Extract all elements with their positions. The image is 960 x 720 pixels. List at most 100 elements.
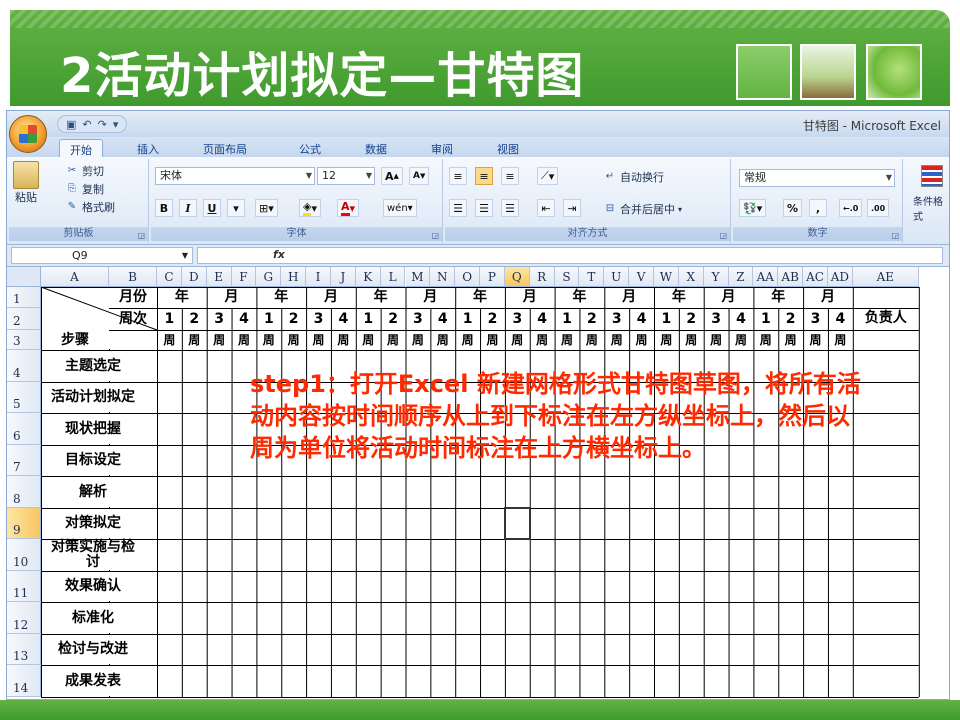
font-name-select[interactable]: 宋体 ▼ — [155, 167, 315, 185]
formula-input[interactable] — [197, 247, 943, 264]
tab-formulas[interactable]: 公式 — [289, 139, 331, 157]
row-header[interactable]: 14 — [7, 665, 41, 697]
tab-view[interactable]: 视图 — [487, 139, 529, 157]
column-header[interactable]: P — [480, 267, 505, 287]
column-header[interactable]: K — [355, 267, 381, 287]
office-button[interactable] — [9, 115, 47, 153]
column-header[interactable]: G — [256, 267, 282, 287]
align-right-button[interactable]: ☰ — [501, 199, 519, 217]
align-left-button[interactable]: ☰ — [449, 199, 467, 217]
column-header[interactable]: X — [678, 267, 704, 287]
column-header[interactable]: S — [554, 267, 580, 287]
column-header[interactable]: I — [306, 267, 331, 287]
row-header[interactable]: 1 — [7, 287, 41, 308]
worksheet[interactable]: A B C D E F G H I J K L M N O P Q R S T U V W X Y Z AA AB AC AD AE 1 2 3 4… — [7, 267, 949, 699]
undo-icon[interactable]: ↶ — [82, 118, 91, 131]
dialog-launcher-icon[interactable]: ◲ — [719, 231, 727, 240]
conditional-format-button[interactable]: 条件格式 — [913, 193, 949, 223]
column-header[interactable]: Y — [703, 267, 729, 287]
increase-indent-button[interactable]: ⇥ — [563, 199, 581, 217]
format-painter-button[interactable]: ✎ 格式刷 — [65, 199, 115, 215]
column-header[interactable]: R — [529, 267, 555, 287]
wrap-text-button[interactable]: ↵ 自动换行 — [603, 169, 664, 185]
dialog-launcher-icon[interactable]: ◲ — [891, 231, 899, 240]
column-header[interactable]: AB — [778, 267, 804, 287]
save-icon[interactable]: ▣ — [66, 118, 76, 131]
column-header[interactable]: C — [157, 267, 182, 287]
align-bottom-button[interactable]: ≡ — [501, 167, 519, 185]
row-header[interactable]: 13 — [7, 634, 41, 665]
row-header[interactable]: 3 — [7, 330, 41, 350]
function-icon[interactable]: fx — [273, 248, 285, 261]
selected-cell-outline[interactable] — [503, 507, 531, 540]
comma-button[interactable]: , — [809, 199, 827, 217]
row-header[interactable]: 9 — [7, 508, 41, 539]
column-header[interactable]: O — [455, 267, 481, 287]
align-middle-button[interactable]: ≡ — [475, 167, 493, 185]
column-header[interactable]: J — [330, 267, 356, 287]
column-header[interactable]: V — [629, 267, 654, 287]
customize-qat-icon[interactable]: ▾ — [113, 118, 119, 131]
tab-home[interactable]: 开始 — [59, 139, 103, 157]
column-header[interactable]: Z — [728, 267, 754, 287]
column-header[interactable]: U — [604, 267, 630, 287]
column-header[interactable]: W — [654, 267, 679, 287]
tab-data[interactable]: 数据 — [355, 139, 397, 157]
tab-page-layout[interactable]: 页面布局 — [193, 139, 257, 157]
paste-button[interactable]: 粘贴 — [13, 161, 39, 205]
select-all-corner[interactable] — [7, 267, 41, 287]
number-format-select[interactable]: 常规 ▼ — [739, 169, 895, 187]
name-box[interactable]: Q9 ▼ — [11, 247, 193, 264]
font-color-button[interactable]: A ▾ — [337, 199, 360, 217]
align-center-button[interactable]: ☰ — [475, 199, 493, 217]
row-header[interactable]: 5 — [7, 382, 41, 413]
font-size-select[interactable]: 12 ▼ — [317, 167, 375, 185]
decrease-decimal-button[interactable]: .00 — [867, 199, 890, 217]
row-header[interactable]: 4 — [7, 350, 41, 382]
column-header[interactable]: H — [281, 267, 307, 287]
row-header[interactable]: 8 — [7, 476, 41, 508]
redo-icon[interactable]: ↷ — [98, 118, 107, 131]
row-header[interactable]: 10 — [7, 539, 41, 571]
grow-font-button[interactable]: A ▲ — [381, 167, 403, 185]
column-header[interactable]: N — [430, 267, 456, 287]
underline-dropdown[interactable]: ▾ — [227, 199, 245, 217]
copy-button[interactable]: ⎘ 复制 — [65, 181, 104, 197]
column-header[interactable]: D — [181, 267, 207, 287]
column-header[interactable]: B — [109, 267, 157, 287]
borders-button[interactable]: ⊞ ▾ — [255, 199, 278, 217]
column-header[interactable]: AE — [852, 267, 919, 287]
column-header[interactable]: L — [380, 267, 406, 287]
column-header[interactable]: AD — [827, 267, 853, 287]
row-header[interactable]: 6 — [7, 413, 41, 445]
row-header[interactable]: 11 — [7, 571, 41, 602]
tab-review[interactable]: 审阅 — [421, 139, 463, 157]
merge-center-button[interactable]: ⊟ 合并后居中 ▾ — [603, 201, 682, 217]
shrink-font-button[interactable]: A ▼ — [409, 167, 430, 185]
currency-button[interactable]: 💱 ▾ — [739, 199, 767, 217]
tab-insert[interactable]: 插入 — [127, 139, 169, 157]
phonetic-button[interactable]: wén ▾ — [383, 199, 417, 217]
column-header[interactable]: M — [405, 267, 431, 287]
column-header[interactable]: A — [41, 267, 109, 287]
orientation-button[interactable]: ⟋ ▾ — [537, 167, 559, 185]
decrease-indent-button[interactable]: ⇤ — [537, 199, 555, 217]
row-header[interactable]: 7 — [7, 445, 41, 476]
percent-button[interactable]: % — [783, 199, 803, 217]
column-header[interactable]: AC — [803, 267, 828, 287]
dialog-launcher-icon[interactable]: ◲ — [431, 231, 439, 240]
italic-button[interactable]: I — [179, 199, 197, 217]
align-top-button[interactable]: ≡ — [449, 167, 467, 185]
column-header[interactable]: F — [231, 267, 257, 287]
column-header[interactable]: E — [206, 267, 232, 287]
dialog-launcher-icon[interactable]: ◲ — [137, 231, 145, 240]
bold-button[interactable]: B — [155, 199, 173, 217]
row-header[interactable]: 2 — [7, 308, 41, 330]
row-header[interactable]: 12 — [7, 602, 41, 634]
column-header[interactable]: T — [579, 267, 605, 287]
underline-button[interactable]: U — [203, 199, 221, 217]
column-header[interactable]: AA — [753, 267, 779, 287]
column-header[interactable]: Q — [504, 267, 530, 287]
cut-button[interactable]: ✂ 剪切 — [65, 163, 104, 179]
fill-color-button[interactable]: ◈ ▾ — [299, 199, 321, 217]
